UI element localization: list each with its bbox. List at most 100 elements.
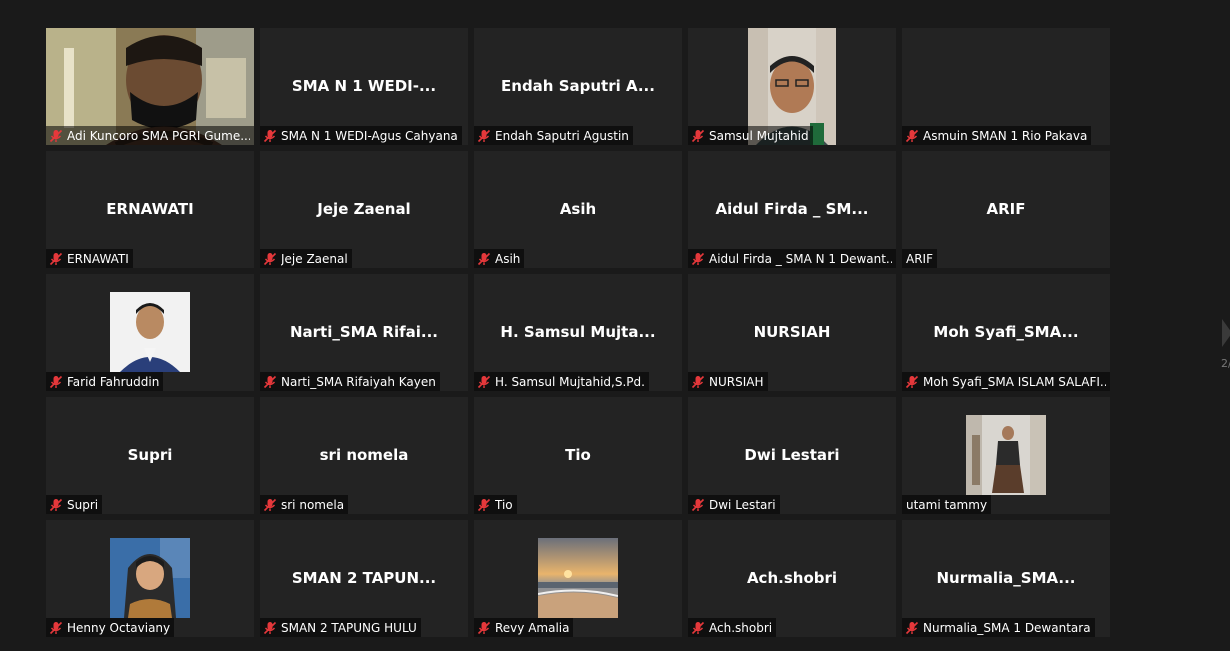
mic-muted-icon xyxy=(476,374,492,390)
participant-caption: H. Samsul Mujtahid,S.Pd. xyxy=(474,372,649,391)
participant-display-name: ERNAWATI xyxy=(106,200,194,218)
participant-display-name: Aidul Firda _ SM... xyxy=(715,200,869,218)
participant-caption: SMA N 1 WEDI-Agus Cahyana xyxy=(260,126,462,145)
participant-display-name: Asih xyxy=(559,200,597,218)
participant-display-name: Ach.shobri xyxy=(746,569,838,587)
participant-name: Endah Saputri Agustin xyxy=(495,128,629,143)
participant-display-name: H. Samsul Mujta... xyxy=(500,323,656,341)
mic-muted-icon xyxy=(690,620,706,636)
participant-tile[interactable]: Tio Tio xyxy=(474,397,682,514)
participant-caption: Narti_SMA Rifaiyah Kayen xyxy=(260,372,440,391)
participant-tile[interactable]: ARIF ARIF xyxy=(902,151,1110,268)
participant-tile[interactable]: Farid Fahruddin xyxy=(46,274,254,391)
participant-caption: utami tammy xyxy=(902,495,992,514)
participant-name: Ach.shobri xyxy=(709,620,773,635)
participant-caption: Tio xyxy=(474,495,517,514)
participant-caption: Asih xyxy=(474,249,525,268)
participant-tile[interactable]: Nurmalia_SMA... Nurmalia_SMA 1 Dewantara xyxy=(902,520,1110,637)
participant-tile[interactable]: Ach.shobri Ach.shobri xyxy=(688,520,896,637)
participant-display-name: SMAN 2 TAPUN... xyxy=(291,569,437,587)
participant-caption: Asmuin SMAN 1 Rio Pakava xyxy=(902,126,1092,145)
mic-muted-icon xyxy=(48,497,64,513)
mic-muted-icon xyxy=(476,497,492,513)
participant-caption: sri nomela xyxy=(260,495,349,514)
participant-tile[interactable]: Henny Octaviany xyxy=(46,520,254,637)
participant-tile[interactable]: Aidul Firda _ SM... Aidul Firda _ SMA N … xyxy=(688,151,896,268)
participant-caption: Farid Fahruddin xyxy=(46,372,164,391)
mic-muted-icon xyxy=(476,620,492,636)
participant-tile[interactable]: sri nomela sri nomela xyxy=(260,397,468,514)
participant-caption: Adi Kuncoro SMA PGRI Gume... xyxy=(46,126,254,145)
participant-name: Aidul Firda _ SMA N 1 Dewant... xyxy=(709,251,892,266)
participant-tile[interactable]: utami tammy xyxy=(902,397,1110,514)
participant-display-name: Jeje Zaenal xyxy=(317,200,411,218)
participant-tile[interactable]: Samsul Mujtahid xyxy=(688,28,896,145)
participant-tile[interactable]: Narti_SMA Rifai... Narti_SMA Rifaiyah Ka… xyxy=(260,274,468,391)
participant-name: Samsul Mujtahid xyxy=(709,128,809,143)
participant-tile[interactable]: NURSIAH NURSIAH xyxy=(688,274,896,391)
participant-caption: Supri xyxy=(46,495,103,514)
participant-caption: Nurmalia_SMA 1 Dewantara xyxy=(902,618,1095,637)
participant-caption: Ach.shobri xyxy=(688,618,777,637)
participant-tile[interactable]: SMAN 2 TAPUN... SMAN 2 TAPUNG HULU xyxy=(260,520,468,637)
participant-name: utami tammy xyxy=(906,497,988,512)
participant-caption: Jeje Zaenal xyxy=(260,249,352,268)
mic-muted-icon xyxy=(690,374,706,390)
participant-tile[interactable]: Asih Asih xyxy=(474,151,682,268)
participant-tile[interactable]: H. Samsul Mujta... H. Samsul Mujtahid,S.… xyxy=(474,274,682,391)
mic-muted-icon xyxy=(690,251,706,267)
participant-display-name: NURSIAH xyxy=(753,323,831,341)
participant-tile[interactable]: Jeje Zaenal Jeje Zaenal xyxy=(260,151,468,268)
participant-display-name: Endah Saputri A... xyxy=(501,77,655,95)
participant-name: Narti_SMA Rifaiyah Kayen xyxy=(281,374,436,389)
mic-muted-icon xyxy=(904,620,920,636)
participant-name: Supri xyxy=(67,497,99,512)
mic-muted-icon xyxy=(904,374,920,390)
mic-muted-icon xyxy=(262,620,278,636)
participant-tile[interactable]: Revy Amalia xyxy=(474,520,682,637)
participant-name: Revy Amalia xyxy=(495,620,570,635)
participant-caption: Revy Amalia xyxy=(474,618,574,637)
participant-name: Asih xyxy=(495,251,521,266)
participant-tile[interactable]: Asmuin SMAN 1 Rio Pakava xyxy=(902,28,1110,145)
participant-name: Dwi Lestari xyxy=(709,497,776,512)
participant-display-name: Moh Syafi_SMA... xyxy=(933,323,1079,341)
participant-display-name: Nurmalia_SMA... xyxy=(936,569,1076,587)
participant-caption: Endah Saputri Agustin xyxy=(474,126,633,145)
participant-caption: Samsul Mujtahid xyxy=(688,126,813,145)
participant-tile[interactable]: Supri Supri xyxy=(46,397,254,514)
participant-tile[interactable]: Adi Kuncoro SMA PGRI Gume... xyxy=(46,28,254,145)
participant-caption: Henny Octaviany xyxy=(46,618,175,637)
profile-photo-woman-standing-icon xyxy=(966,415,1046,495)
participant-display-name: sri nomela xyxy=(319,446,409,464)
mic-muted-icon xyxy=(904,128,920,144)
participant-caption: ARIF xyxy=(902,249,937,268)
mic-muted-icon xyxy=(48,128,64,144)
participant-tile[interactable]: Moh Syafi_SMA... Moh Syafi_SMA ISLAM SAL… xyxy=(902,274,1110,391)
participant-caption: ERNAWATI xyxy=(46,249,133,268)
participant-caption: Moh Syafi_SMA ISLAM SALAFI... xyxy=(902,372,1110,391)
participant-name: Tio xyxy=(495,497,513,512)
participant-tile[interactable]: Endah Saputri A... Endah Saputri Agustin xyxy=(474,28,682,145)
participant-display-name: ARIF xyxy=(986,200,1026,218)
participant-caption: Dwi Lestari xyxy=(688,495,780,514)
mic-muted-icon xyxy=(476,251,492,267)
participant-tile[interactable]: ERNAWATI ERNAWATI xyxy=(46,151,254,268)
participant-caption: Aidul Firda _ SMA N 1 Dewant... xyxy=(688,249,896,268)
mic-muted-icon xyxy=(690,497,706,513)
participant-display-name: Narti_SMA Rifai... xyxy=(289,323,439,341)
participant-name: ERNAWATI xyxy=(67,251,129,266)
page-indicator: 2/ xyxy=(1221,357,1230,370)
profile-photo-man-icon xyxy=(110,292,190,372)
participant-name: SMA N 1 WEDI-Agus Cahyana xyxy=(281,128,458,143)
participant-name: sri nomela xyxy=(281,497,345,512)
next-page-arrow-icon[interactable] xyxy=(1222,319,1230,347)
mic-muted-icon xyxy=(262,251,278,267)
participant-name: Henny Octaviany xyxy=(67,620,171,635)
participant-display-name: Tio xyxy=(565,446,591,464)
participant-display-name: Dwi Lestari xyxy=(744,446,840,464)
participant-tile[interactable]: Dwi Lestari Dwi Lestari xyxy=(688,397,896,514)
participant-display-name: Supri xyxy=(127,446,173,464)
participant-tile[interactable]: SMA N 1 WEDI-... SMA N 1 WEDI-Agus Cahya… xyxy=(260,28,468,145)
participant-name: Adi Kuncoro SMA PGRI Gume... xyxy=(67,128,250,143)
